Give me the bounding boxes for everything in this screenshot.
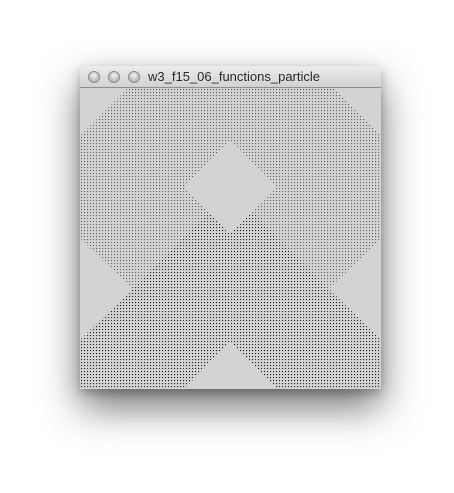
app-window: w3_f15_06_functions_particle: [80, 66, 381, 389]
minimize-button[interactable]: [108, 71, 120, 83]
desktop: w3_f15_06_functions_particle: [0, 0, 454, 493]
sketch-canvas[interactable]: [80, 88, 381, 389]
zoom-button[interactable]: [128, 71, 140, 83]
light-overlay: [80, 88, 381, 389]
particle-pattern-canvas: [80, 88, 381, 389]
window-titlebar[interactable]: w3_f15_06_functions_particle: [80, 66, 381, 88]
close-button[interactable]: [88, 71, 100, 83]
window-title: w3_f15_06_functions_particle: [148, 69, 321, 84]
